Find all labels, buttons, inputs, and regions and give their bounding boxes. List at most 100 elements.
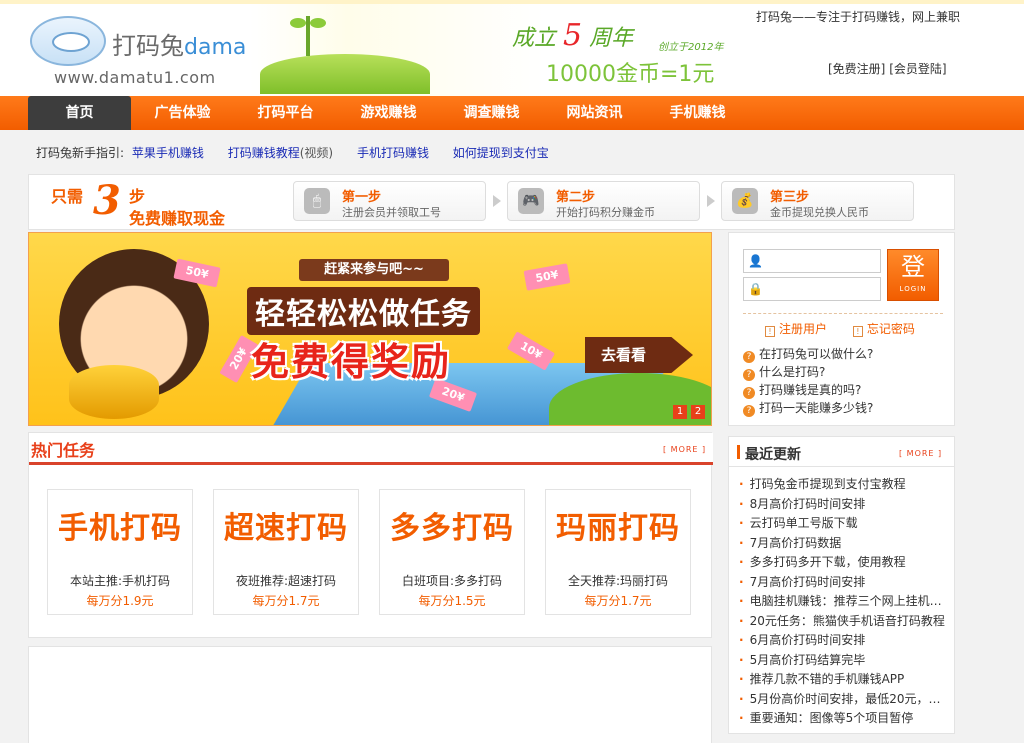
task-label: 本站主推:手机打码 [69,574,171,588]
news-item[interactable]: 云打码单工号版下载 [739,514,949,534]
news-item[interactable]: 8月高价打码时间安排 [739,495,949,515]
hot-tasks-title: 热门任务 [31,441,96,460]
faq-item[interactable]: ? 在打码兔可以做什么? [743,345,873,363]
logo-url: www.damatu1.com [54,68,216,87]
news-item[interactable]: 7月高价打码数据 [739,534,949,554]
step-one[interactable]: 🖱 第一步 注册会员并领取工号 [293,181,486,221]
member-login-link[interactable]: [会员登陆] [889,62,946,76]
login-button[interactable]: 登 LOGIN [887,249,939,301]
top-links: [免费注册] [会员登陆] [828,60,947,77]
newbie-guide: 打码兔新手指引: 苹果手机赚钱 打码赚钱教程(视频) 手机打码赚钱 如何提现到支… [36,144,569,161]
question-icon: ? [743,369,755,381]
question-icon: ? [743,405,755,417]
nav-item-ad-experience[interactable]: 广告体验 [131,96,234,130]
task-card-duoduo[interactable]: 多多打码 白班项目:多多打码 每万分1.5元 [379,489,525,615]
news-item[interactable]: 5月份高价时间安排，最低20元，… [739,690,949,710]
coin-stack-image [69,365,159,419]
register-icon: ! [765,326,775,337]
hero-subtitle: 免费得奖励 [251,340,452,384]
task-label: 白班项目:多多打码 [401,574,503,588]
step-three[interactable]: 💰 第三步 金币提现兑换人民币 [721,181,914,221]
go-see-button[interactable]: 去看看 [585,337,693,373]
money-icon: 💰 [732,188,758,214]
news-item[interactable]: 重要通知：图像等5个项目暂停 [739,709,949,729]
news-item[interactable]: 6月高价打码时间安排 [739,631,949,651]
task-card-mary[interactable]: 玛丽打码 全天推荐:玛丽打码 每万分1.7元 [545,489,691,615]
task-price: 每万分1.5元 [418,594,486,608]
password-input[interactable] [766,280,876,298]
faq-item[interactable]: ? 打码一天能赚多少钱? [743,399,873,417]
hot-tasks-header: 热门任务 [ MORE ] [29,433,713,465]
anniversary-text: 成立 5 周年 [512,18,634,53]
hot-tasks-section: 热门任务 [ MORE ] 手机打码 本站主推:手机打码 每万分1.9元 超速打… [28,432,713,638]
news-item[interactable]: 5月高价打码结算完毕 [739,651,949,671]
hero-slider[interactable]: 50¥ 50¥ 20¥ 10¥ 20¥ 赶紧来参与吧~~ 轻轻松松做任务 免费得… [28,232,712,426]
news-item[interactable]: 电脑挂机赚钱：推荐三个网上挂机… [739,592,949,612]
step-arrow-icon [493,195,501,207]
nav-item-mobile-earning[interactable]: 手机赚钱 [646,96,749,130]
task-price: 每万分1.9元 [86,594,154,608]
guide-link-mobile[interactable]: 手机打码赚钱 [357,146,429,160]
username-input[interactable] [766,252,876,270]
login-links: ! 注册用户 ! 忘记密码 [743,313,943,337]
news-item[interactable]: 7月高价打码时间安排 [739,573,949,593]
rabbit-logo-icon [30,16,106,66]
news-item[interactable]: 20元任务：熊猫侠手机语音打码教程 [739,612,949,632]
guide-label: 打码兔新手指引: [36,146,125,160]
guide-link-tutorial[interactable]: 打码赚钱教程(视频) [228,146,333,160]
nav-item-game-earning[interactable]: 游戏赚钱 [337,96,440,130]
slide-dot-2[interactable]: 2 [691,405,705,419]
hero-title: 轻轻松松做任务 [247,287,480,335]
news-item[interactable]: 多多打码多开下载，使用教程 [739,553,949,573]
content-box [28,646,712,743]
site-logo[interactable]: 打码兔dama www.damatu1.com [30,12,250,92]
mouse-icon: 🖱 [304,188,330,214]
task-logo: 多多打码 [390,511,514,546]
task-card-mobile[interactable]: 手机打码 本站主推:手机打码 每万分1.9元 [47,489,193,615]
question-icon: ? [743,387,755,399]
task-card-speed[interactable]: 超速打码 夜班推荐:超速打码 每万分1.7元 [213,489,359,615]
task-label: 全天推荐:玛丽打码 [567,574,669,588]
lock-icon: 🔒 [748,282,763,296]
nav-item-survey-earning[interactable]: 调查赚钱 [440,96,543,130]
logo-text: 打码兔dama [112,32,247,60]
nav-item-captcha-platform[interactable]: 打码平台 [234,96,337,130]
username-field[interactable]: 👤 [743,249,881,273]
guide-link-iphone[interactable]: 苹果手机赚钱 [132,146,204,160]
guide-link-withdraw[interactable]: 如何提现到支付宝 [453,146,549,160]
gold-exchange-rate: 10000金币=1元 [546,62,715,87]
task-logo: 手机打码 [58,511,182,546]
latest-more-link[interactable]: [ MORE ] [899,449,942,458]
news-list: 打码兔金币提现到支付宝教程 8月高价打码时间安排 云打码单工号版下载 7月高价打… [739,475,949,729]
latest-header: 最近更新 [ MORE ] [729,437,954,467]
step-two[interactable]: 🎮 第二步 开始打码积分赚金币 [507,181,700,221]
question-icon: ? [743,351,755,363]
site-slogan: 打码兔——专注于打码赚钱，网上兼职 [756,10,961,24]
password-field[interactable]: 🔒 [743,277,881,301]
money-bill: 50¥ [523,263,571,291]
register-user-link[interactable]: ! 注册用户 [765,322,827,337]
task-logo: 超速打码 [224,511,348,546]
anniversary-banner[interactable]: 成立 5 周年 创立于2012年 10000金币=1元 [250,4,740,96]
task-label: 夜班推荐:超速打码 [235,574,337,588]
nav-item-site-news[interactable]: 网站资讯 [543,96,646,130]
header-accent-bar [737,445,740,459]
nav-item-home[interactable]: 首页 [28,96,131,130]
task-price: 每万分1.7元 [584,594,652,608]
forgot-icon: ! [852,326,863,337]
news-item[interactable]: 推荐几款不错的手机赚钱APP [739,670,949,690]
slide-dot-1[interactable]: 1 [673,405,687,419]
hot-more-link[interactable]: [ MORE ] [663,445,706,454]
main-nav: 首页 广告体验 打码平台 游戏赚钱 调查赚钱 网站资讯 手机赚钱 [0,96,1024,130]
faq-item[interactable]: ? 打码赚钱是真的吗? [743,381,873,399]
news-item[interactable]: 打码兔金币提现到支付宝教程 [739,475,949,495]
forgot-password-link[interactable]: ! 忘记密码 [852,322,915,337]
sprout-icon [290,16,326,56]
site-header: 打码兔dama www.damatu1.com 成立 5 周年 创立于2012年… [0,0,1024,96]
faq-item[interactable]: ? 什么是打码? [743,363,873,381]
latest-title: 最近更新 [745,447,801,463]
grass-decoration [260,54,430,94]
register-link[interactable]: [免费注册] [828,62,885,76]
task-logo: 玛丽打码 [556,511,680,546]
login-panel: 👤 🔒 登 LOGIN ! 注册用户 ! 忘记密码 ? 在打码兔可以做什么? ? 什么是… [728,232,955,426]
